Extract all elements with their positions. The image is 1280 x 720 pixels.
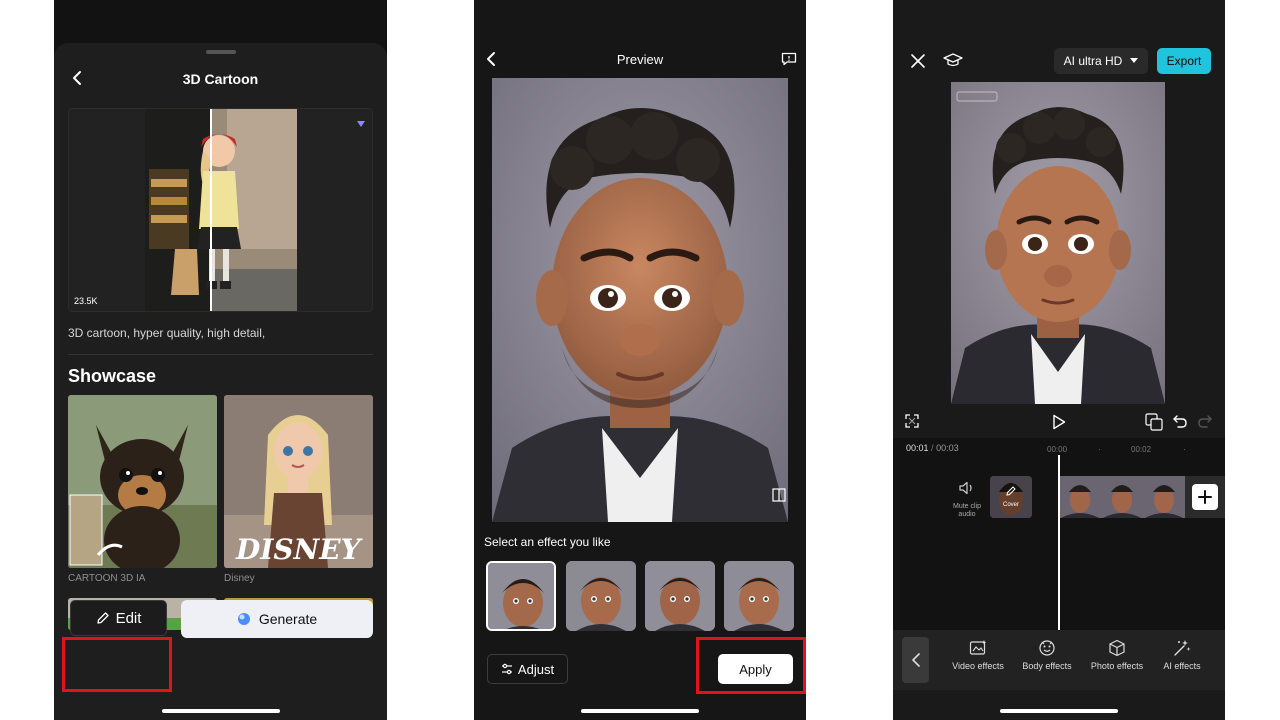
cover-button[interactable]: Cover: [990, 476, 1032, 518]
playhead[interactable]: [1058, 455, 1060, 630]
page-title: 3D Cartoon: [182, 71, 259, 87]
current-time: 00:01: [906, 443, 929, 453]
redo-icon[interactable]: [1198, 414, 1212, 428]
add-clip-button[interactable]: [1192, 484, 1218, 510]
effect-thumbnail[interactable]: [566, 561, 636, 631]
chevron-left-icon: [911, 653, 921, 667]
edit-button-label: Edit: [115, 609, 142, 627]
phone-screen-editor: AI ultra HD Export 00:01 / 00:03 00:00 ·…: [893, 0, 1225, 720]
sheet-grabber[interactable]: [206, 50, 236, 54]
adjust-button[interactable]: Adjust: [487, 654, 568, 684]
ai-effects-icon: [1173, 639, 1191, 657]
phone-screen-template-detail: 3D Cartoon 23.5K 3D cartoon, hyper quali…: [54, 0, 387, 720]
ruler-dot: ·: [1098, 444, 1101, 454]
mute-clip-audio-button[interactable]: Mute clip audio: [947, 481, 987, 519]
preview-image: [492, 78, 788, 522]
template-preview[interactable]: 23.5K: [68, 108, 373, 312]
body-effects-button[interactable]: Body effects: [1014, 639, 1080, 671]
photo-effects-icon: [1108, 639, 1126, 657]
home-indicator: [1000, 709, 1118, 713]
showcase-card-cartoon[interactable]: [68, 395, 217, 568]
view-count: 23.5K: [74, 296, 98, 306]
ruler-dot: ·: [1183, 444, 1186, 454]
time-readout: 00:01 / 00:03: [906, 443, 959, 453]
undo-icon[interactable]: [1173, 414, 1187, 428]
video-preview[interactable]: [951, 82, 1165, 404]
caret-down-icon: [1130, 58, 1139, 64]
showcase-label: Disney: [224, 573, 255, 584]
export-button[interactable]: Export: [1157, 48, 1211, 74]
body-effects-icon: [1038, 639, 1056, 657]
quality-label: AI ultra HD: [1063, 54, 1123, 68]
generate-button[interactable]: Generate: [181, 600, 373, 638]
speaker-icon: [959, 481, 975, 495]
ai-orb-icon: [237, 612, 251, 626]
plus-icon: [1198, 490, 1212, 504]
photo-effects-button[interactable]: Photo effects: [1084, 639, 1150, 671]
highlight-box: [696, 637, 806, 694]
video-clip-track[interactable]: [1059, 476, 1185, 518]
video-effects-label: Video effects: [952, 661, 1004, 671]
pencil-icon: [96, 611, 110, 625]
cover-label: Cover: [1002, 502, 1019, 508]
mute-clip-audio-label: Mute clip audio: [952, 503, 981, 518]
total-time: 00:03: [936, 443, 959, 453]
compare-icon[interactable]: [772, 488, 786, 502]
edit-button[interactable]: Edit: [70, 600, 167, 636]
video-effects-button[interactable]: Video effects: [945, 639, 1011, 671]
photo-effects-label: Photo effects: [1090, 661, 1144, 671]
ruler-label: 00:00: [1047, 445, 1068, 454]
divider: [68, 354, 373, 355]
disney-logo: DISNEY: [236, 533, 361, 566]
keyframe-toggle-icon[interactable]: [1145, 413, 1163, 431]
body-effects-label: Body effects: [1022, 661, 1072, 671]
home-indicator: [581, 709, 699, 713]
feedback-icon[interactable]: [781, 52, 797, 66]
effect-thumbnail[interactable]: [724, 561, 794, 631]
fullscreen-icon[interactable]: [905, 414, 919, 428]
effect-thumbnail-selected[interactable]: [486, 561, 556, 631]
pencil-icon: [1005, 485, 1017, 497]
video-effects-icon: [969, 639, 987, 657]
showcase-label: CARTOON 3D IA: [68, 573, 146, 584]
toolbar-back-button[interactable]: [902, 637, 929, 683]
play-icon[interactable]: [1052, 414, 1066, 430]
select-effect-prompt: Select an effect you like: [484, 535, 611, 549]
home-indicator: [162, 709, 280, 713]
showcase-title: Showcase: [68, 366, 157, 386]
tutorial-cap-icon[interactable]: [943, 52, 963, 70]
ai-effects-label: AI effects: [1163, 661, 1201, 671]
prompt-text: 3D cartoon, hyper quality, high detail,: [68, 326, 266, 340]
showcase-card-disney[interactable]: DISNEY: [224, 395, 373, 568]
highlight-box: [62, 637, 172, 692]
phone-screen-preview: Preview Select an effect you like Adjust…: [474, 0, 806, 720]
sliders-icon: [501, 663, 513, 675]
ruler-label: 00:02: [1131, 445, 1152, 454]
quality-dropdown[interactable]: AI ultra HD: [1054, 48, 1148, 74]
effect-thumbnail[interactable]: [645, 561, 715, 631]
page-title: Preview: [616, 52, 664, 67]
adjust-button-label: Adjust: [517, 661, 555, 677]
effects-toolbar: Video effects Body effects Photo effects…: [893, 630, 1225, 690]
generate-button-label: Generate: [258, 611, 318, 627]
ai-effects-button[interactable]: AI effects: [1149, 639, 1215, 671]
close-icon[interactable]: [910, 53, 926, 69]
